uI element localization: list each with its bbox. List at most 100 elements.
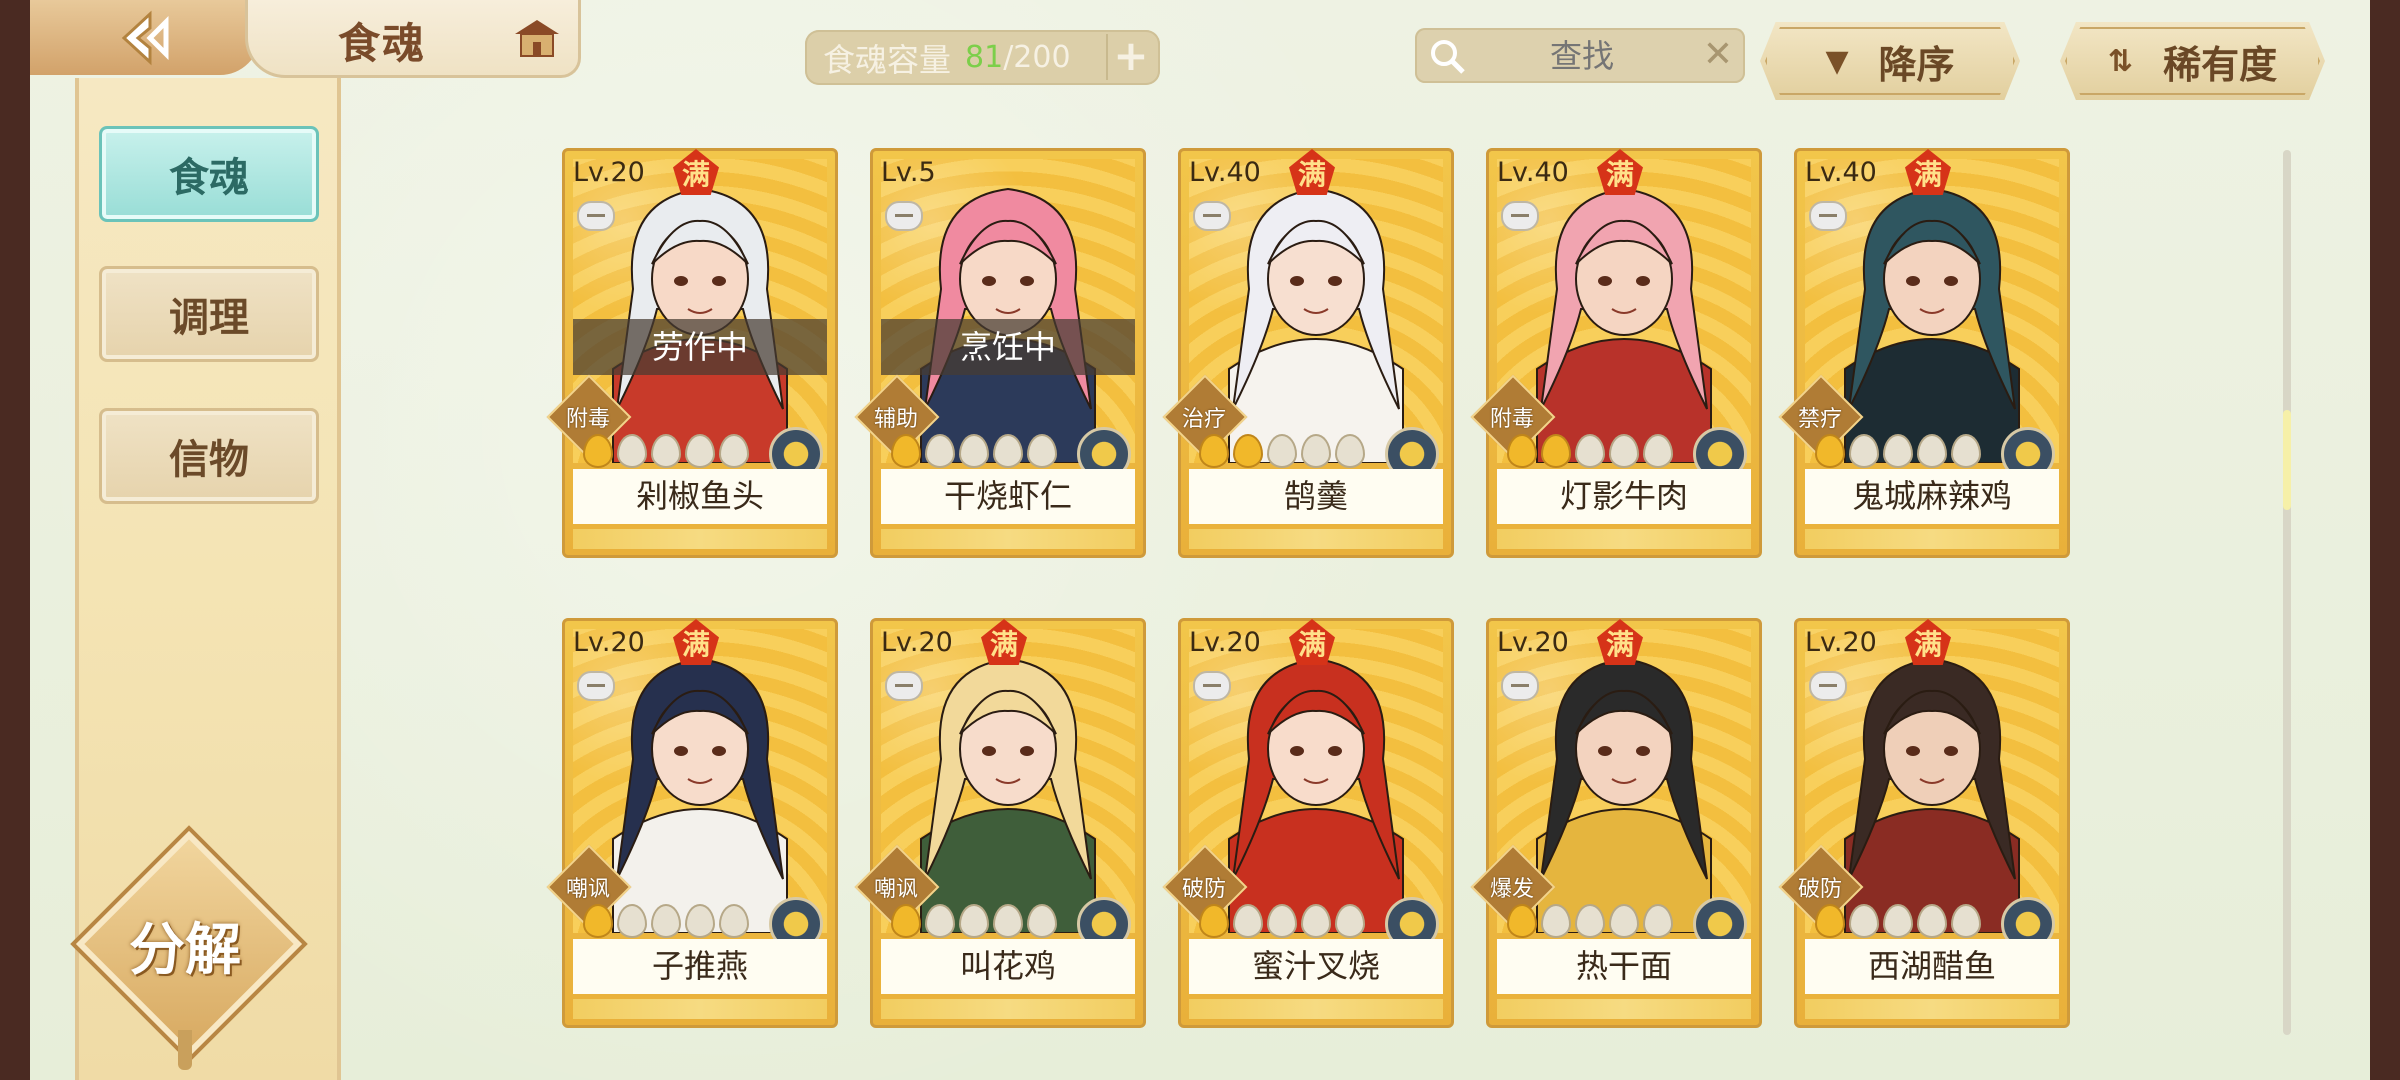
lock-icon[interactable] — [1501, 201, 1539, 231]
food-soul-card[interactable]: Lv.40 满 治疗 鹄羹 — [1162, 148, 1454, 558]
sort-button-border — [1765, 27, 2015, 95]
lock-icon[interactable] — [1193, 201, 1231, 231]
food-soul-card[interactable]: 劳作中 Lv.20 满 附毒 剁椒鱼头 — [546, 148, 838, 558]
tassel-ornament — [178, 1030, 192, 1070]
rarity-sort-button[interactable]: ⇅ 稀有度 — [2060, 22, 2325, 100]
scrollbar-track[interactable] — [2283, 150, 2291, 1035]
bond-heart-icon — [1541, 904, 1571, 938]
bond-heart-icon — [1507, 434, 1537, 468]
bond-heart-icon — [1507, 904, 1537, 938]
bond-heart-icon — [993, 904, 1023, 938]
canteen-icon[interactable] — [513, 18, 561, 60]
food-soul-name: 鹄羹 — [1189, 469, 1443, 524]
capacity-display: 食魂容量 81 /200 + — [805, 30, 1160, 85]
lock-icon[interactable] — [577, 671, 615, 701]
card-bottom-strip — [573, 999, 827, 1019]
sidebar-item-keepsakes[interactable]: 信物 — [99, 408, 319, 504]
food-soul-name: 鬼城麻辣鸡 — [1805, 469, 2059, 524]
role-label: 破防 — [1181, 877, 1226, 902]
bond-heart-icon — [1609, 904, 1639, 938]
bond-heart-icon — [1199, 904, 1229, 938]
food-soul-card[interactable]: Lv.20 满 嘲讽 叫花鸡 — [854, 618, 1146, 1028]
lock-icon[interactable] — [885, 671, 923, 701]
level-text: Lv.20 — [1805, 627, 1877, 658]
title-tab: 食魂 — [245, 0, 581, 78]
clear-icon[interactable]: ✕ — [1703, 37, 1733, 73]
bond-hearts — [1815, 904, 1981, 938]
bond-hearts — [1507, 904, 1673, 938]
level-text: Lv.40 — [1805, 157, 1877, 188]
bond-heart-icon — [1815, 904, 1845, 938]
bond-hearts — [1199, 434, 1365, 468]
bond-heart-icon — [959, 904, 989, 938]
bond-hearts — [1815, 434, 1981, 468]
card-bottom-strip — [1805, 999, 2059, 1019]
level-label: Lv.5 — [881, 157, 936, 188]
food-soul-card[interactable]: Lv.40 满 禁疗 鬼城麻辣鸡 — [1778, 148, 2070, 558]
level-label: Lv.20 — [573, 157, 645, 188]
bond-heart-icon — [617, 904, 647, 938]
role-label: 治疗 — [1181, 407, 1226, 432]
lock-icon[interactable] — [577, 201, 615, 231]
bond-heart-icon — [1609, 434, 1639, 468]
bond-hearts — [583, 434, 749, 468]
back-button[interactable] — [30, 0, 260, 75]
bond-heart-icon — [925, 434, 955, 468]
bond-heart-icon — [1883, 904, 1913, 938]
role-label: 附毒 — [1489, 407, 1534, 432]
level-text: Lv.20 — [1189, 627, 1261, 658]
food-soul-name: 蜜汁叉烧 — [1189, 939, 1443, 994]
lock-icon[interactable] — [1501, 671, 1539, 701]
food-soul-card[interactable]: Lv.20 满 嘲讽 子推燕 — [546, 618, 838, 1028]
capacity-max: /200 — [1003, 40, 1071, 75]
bond-heart-icon — [719, 434, 749, 468]
max-badge: 满 — [1289, 149, 1335, 195]
food-soul-name: 灯影牛肉 — [1497, 469, 1751, 524]
bond-hearts — [891, 434, 1057, 468]
lock-icon[interactable] — [1193, 671, 1231, 701]
lock-icon[interactable] — [1809, 201, 1847, 231]
bond-heart-icon — [617, 434, 647, 468]
scrollbar-thumb[interactable] — [2283, 410, 2291, 510]
food-soul-card[interactable]: Lv.20 满 爆发 热干面 — [1470, 618, 1762, 1028]
max-badge: 满 — [1905, 149, 1951, 195]
food-soul-name: 热干面 — [1497, 939, 1751, 994]
food-soul-name: 子推燕 — [573, 939, 827, 994]
bond-heart-icon — [1335, 434, 1365, 468]
bond-heart-icon — [1027, 904, 1057, 938]
sidebar-item-food-souls[interactable]: 食魂 — [99, 126, 319, 222]
bond-heart-icon — [1849, 904, 1879, 938]
food-soul-card[interactable]: Lv.20 满 破防 西湖醋鱼 — [1778, 618, 2070, 1028]
level-label: Lv.40 — [1497, 157, 1569, 188]
food-soul-card[interactable]: 烹饪中 Lv.5 辅助 干烧虾仁 — [854, 148, 1146, 558]
role-label: 破防 — [1797, 877, 1842, 902]
level-text: Lv.40 — [1497, 157, 1569, 188]
card-bottom-strip — [881, 529, 1135, 549]
bond-heart-icon — [1917, 904, 1947, 938]
food-soul-card[interactable]: Lv.40 满 附毒 灯影牛肉 — [1470, 148, 1762, 558]
bond-heart-icon — [1335, 904, 1365, 938]
bond-heart-icon — [1267, 434, 1297, 468]
search-input[interactable] — [1475, 34, 1689, 78]
sort-order-button[interactable]: ▼ 降序 — [1760, 22, 2020, 100]
max-badge: 满 — [981, 619, 1027, 665]
role-label: 嘲讽 — [565, 877, 610, 902]
search-icon — [1431, 40, 1465, 74]
bond-heart-icon — [651, 904, 681, 938]
bond-heart-icon — [1541, 434, 1571, 468]
capacity-add-button[interactable]: + — [1106, 34, 1154, 80]
bond-hearts — [583, 904, 749, 938]
bond-heart-icon — [1267, 904, 1297, 938]
search-box[interactable]: ✕ — [1415, 28, 1745, 83]
level-text: Lv.20 — [573, 627, 645, 658]
bond-heart-icon — [1643, 434, 1673, 468]
card-bottom-strip — [1805, 529, 2059, 549]
lock-icon[interactable] — [1809, 671, 1847, 701]
bond-heart-icon — [891, 904, 921, 938]
bond-heart-icon — [1575, 904, 1605, 938]
lock-icon[interactable] — [885, 201, 923, 231]
food-soul-card[interactable]: Lv.20 满 破防 蜜汁叉烧 — [1162, 618, 1454, 1028]
max-badge: 满 — [673, 619, 719, 665]
bond-heart-icon — [583, 434, 613, 468]
sidebar-item-cooking[interactable]: 调理 — [99, 266, 319, 362]
